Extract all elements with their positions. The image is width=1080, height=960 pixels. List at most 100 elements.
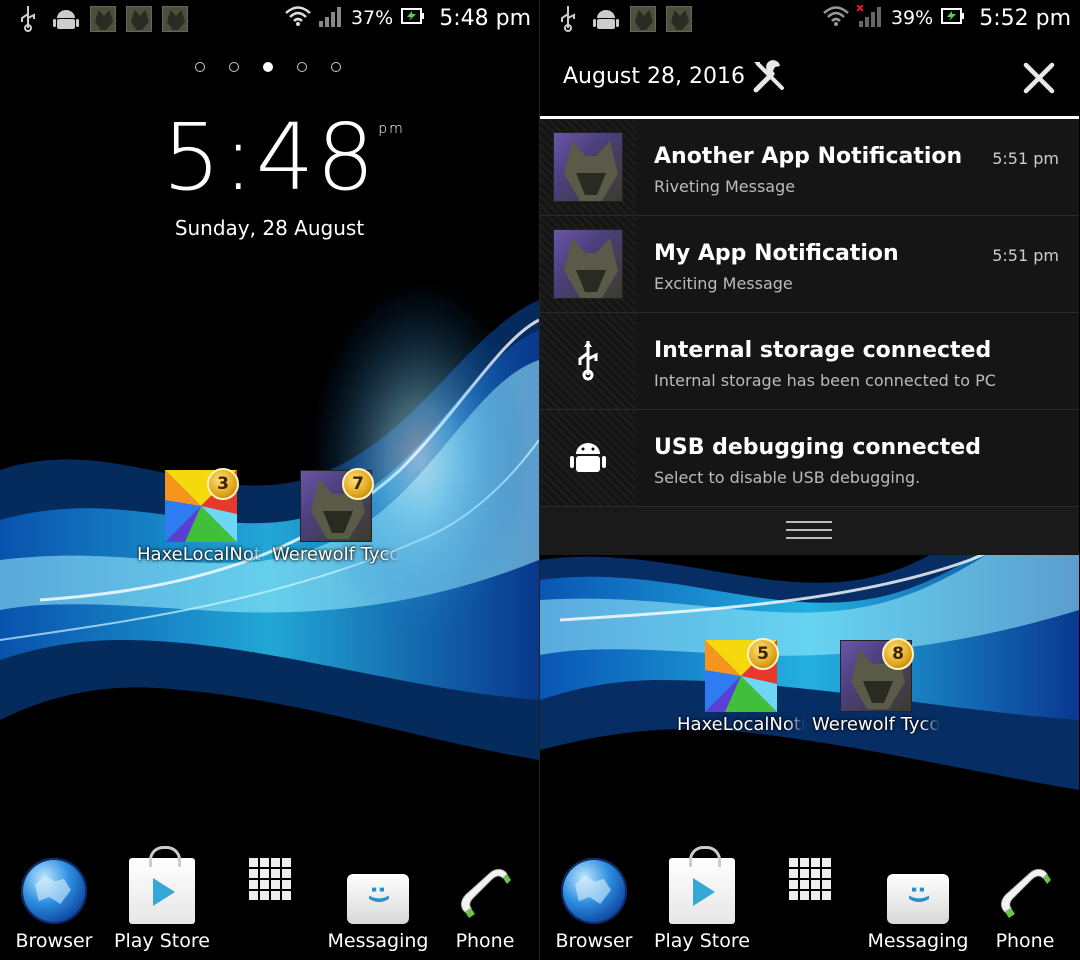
usb-icon: [14, 5, 42, 33]
notification-title: Internal storage connected: [654, 338, 992, 363]
notification-badge: 7: [342, 468, 374, 500]
page-indicator: [195, 62, 341, 72]
page-dot: [195, 62, 205, 72]
notification-badge: 3: [207, 468, 239, 500]
page-dot-active: [263, 62, 273, 72]
wifi-icon: [285, 5, 311, 31]
notification-icon-box: [540, 313, 636, 409]
app-drawer-icon: [249, 858, 291, 900]
app-haxelocalnotifications[interactable]: 5 HaxeLocalNotifications: [676, 638, 806, 735]
battery-percent: 39%: [890, 7, 934, 29]
werewolf-notification-icon: [126, 6, 152, 32]
home-screen-right: 39% 5:52 pm 5 HaxeLocalNotifications: [540, 0, 1079, 960]
globe-icon: [561, 858, 627, 924]
app-label: Werewolf Tycoon: [812, 714, 940, 735]
dock-label: Phone: [995, 930, 1055, 952]
notification-item[interactable]: Another App Notification Riveting Messag…: [540, 119, 1079, 216]
haxe-logo-icon: 5: [705, 638, 779, 712]
werewolf-notification-icon: [630, 6, 656, 32]
notification-subtitle: Select to disable USB debugging.: [654, 468, 921, 487]
usb-icon: [578, 341, 598, 381]
globe-icon: [21, 858, 87, 924]
phone-icon: [455, 864, 515, 924]
haxe-logo-icon: 3: [165, 468, 239, 542]
settings-wrench-icon[interactable]: [750, 58, 788, 96]
shade-header: August 28, 2016: [540, 40, 1079, 116]
android-icon: [52, 5, 80, 33]
page-dot: [229, 62, 239, 72]
app-werewolf-tycoon[interactable]: 7 Werewolf Tycoon: [271, 468, 401, 565]
notification-icon-box: [540, 410, 636, 506]
app-werewolf-tycoon[interactable]: 8 Werewolf Tycoon: [811, 638, 941, 735]
dock-label: Browser: [15, 930, 93, 952]
clock-date: Sunday, 28 August: [174, 216, 365, 240]
notification-icon-box: [540, 119, 636, 215]
status-bar: 39% 5:52 pm: [540, 0, 1079, 40]
signal-icon: [318, 5, 343, 31]
wifi-icon: [823, 5, 849, 31]
play-store-icon: [129, 846, 195, 924]
dock-label: Play Store: [114, 930, 210, 952]
shade-date: August 28, 2016: [563, 64, 745, 89]
battery-charging-icon: [401, 7, 425, 29]
notification-item[interactable]: Internal storage connected Internal stor…: [540, 313, 1079, 410]
dock-item-browser[interactable]: Browser: [0, 858, 108, 952]
notification-time: 5:51 pm: [992, 246, 1059, 265]
app-icon-wrapper: 8: [840, 638, 914, 712]
notification-title: My App Notification: [654, 241, 899, 266]
page-dot: [331, 62, 341, 72]
app-label: HaxeLocalNotifications: [677, 714, 805, 735]
battery-percent: 37%: [350, 7, 394, 29]
dock-item-phone[interactable]: Phone: [431, 864, 539, 952]
notification-title: USB debugging connected: [654, 435, 981, 460]
android-icon: [592, 5, 620, 33]
messaging-icon: [347, 874, 409, 924]
app-haxelocalnotifications[interactable]: 3 HaxeLocalNotifications: [136, 468, 266, 565]
notification-item[interactable]: USB debugging connected Select to disabl…: [540, 410, 1079, 507]
dock: Browser Play Store Messaging Phone: [540, 840, 1079, 960]
dock-item-phone[interactable]: Phone: [971, 864, 1079, 952]
app-label: Werewolf Tycoon: [272, 544, 400, 565]
dock-item-app-drawer[interactable]: [216, 846, 324, 906]
dock-item-play-store[interactable]: Play Store: [108, 846, 216, 952]
dock-item-browser[interactable]: Browser: [540, 858, 648, 952]
werewolf-icon: [553, 132, 623, 202]
app-drawer-icon: [789, 858, 831, 900]
battery-charging-icon: [941, 7, 965, 29]
dock-label: Play Store: [654, 930, 750, 952]
dock-item-messaging[interactable]: Messaging: [324, 866, 432, 952]
dock: Browser Play Store Messaging Phone: [0, 840, 539, 960]
notification-subtitle: Internal storage has been connected to P…: [654, 371, 996, 390]
dock-label: Messaging: [327, 930, 429, 952]
signal-no-data-icon: [856, 4, 883, 31]
dock-item-app-drawer[interactable]: [756, 846, 864, 906]
clock-ampm: pm: [378, 121, 405, 137]
werewolf-notification-icon: [162, 6, 188, 32]
drag-handle-icon: [786, 521, 832, 545]
clock-time: 5:48 pm: [162, 104, 405, 211]
phone-icon: [995, 864, 1055, 924]
dock-item-play-store[interactable]: Play Store: [648, 846, 756, 952]
notification-list: Another App Notification Riveting Messag…: [540, 119, 1079, 507]
dock-label: Messaging: [867, 930, 969, 952]
notification-subtitle: Riveting Message: [654, 177, 796, 196]
notification-shade: August 28, 2016 Another App Notification…: [540, 40, 1079, 555]
messaging-icon: [887, 874, 949, 924]
notification-item[interactable]: My App Notification Exciting Message 5:5…: [540, 216, 1079, 313]
werewolf-notification-icon: [90, 6, 116, 32]
notification-title: Another App Notification: [654, 144, 963, 169]
status-time: 5:48 pm: [439, 5, 531, 31]
notification-badge: 8: [882, 638, 914, 670]
close-shade-button[interactable]: [1021, 60, 1057, 96]
app-icon-wrapper: 7: [300, 468, 374, 542]
page-dot: [297, 62, 307, 72]
close-icon: [1023, 62, 1055, 94]
clock-widget[interactable]: 5:48 pm Sunday, 28 August: [0, 104, 539, 241]
dock-label: Phone: [455, 930, 515, 952]
home-screen-left: 37% 5:48 pm 5:48 pm Sunday, 28 August 3 …: [0, 0, 539, 960]
shade-drag-handle[interactable]: [540, 507, 1079, 555]
status-bar: 37% 5:48 pm: [0, 0, 539, 40]
werewolf-notification-icon: [666, 6, 692, 32]
app-label: HaxeLocalNotifications: [137, 544, 265, 565]
dock-item-messaging[interactable]: Messaging: [864, 866, 972, 952]
